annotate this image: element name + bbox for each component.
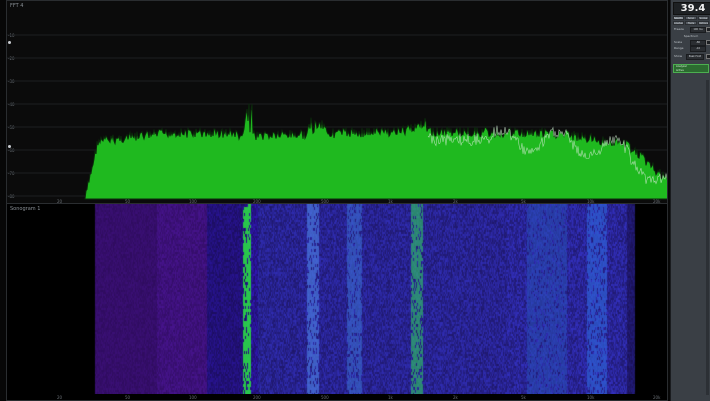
tab-tools[interactable]: Tools xyxy=(685,21,697,25)
analyzer-panel[interactable]: Analyzer Active xyxy=(673,64,709,73)
spectrum-fill xyxy=(84,103,667,200)
sonogram-plot xyxy=(7,204,667,394)
tab-row-1: Spectrum Sono Scope xyxy=(673,16,709,20)
tab-scope[interactable]: Scope xyxy=(697,16,709,20)
sidebar-scrollbar[interactable] xyxy=(706,80,709,395)
sonogram-pane[interactable]: Sonogram 1 20 50 100 200 500 1k 2k 5k 10k 20k xyxy=(6,203,668,401)
analyzer-panel-title: Analyzer xyxy=(676,65,687,68)
readout-value: 39.4 xyxy=(680,3,706,14)
analyzer-panel-sub: Active xyxy=(676,69,684,72)
x-tick-label: 500 xyxy=(321,395,329,400)
x-tick-label: 100 xyxy=(189,395,197,400)
tab-sono[interactable]: Sono xyxy=(685,16,697,20)
x-tick-label: 10k xyxy=(587,395,595,400)
main-display: FFT 4 -10-20-30-40-50-60-70-80 205010020… xyxy=(0,0,670,401)
readout-box: 39.4 xyxy=(673,2,710,15)
range-field[interactable]: -10 xyxy=(690,46,706,52)
spectrum-pane[interactable]: FFT 4 -10-20-30-40-50-60-70-80 205010020… xyxy=(6,0,668,206)
x-tick-label: 5k xyxy=(521,395,526,400)
analyzer-app: FFT 4 -10-20-30-40-50-60-70-80 205010020… xyxy=(0,0,710,401)
show-select[interactable]: Peak Hold xyxy=(686,54,704,60)
tab-analysis[interactable]: Analysis xyxy=(673,21,685,25)
x-tick-label: 2k xyxy=(453,395,458,400)
range-label: Range xyxy=(674,46,684,50)
sonogram-title: Sonogram 1 xyxy=(10,206,41,212)
section-title: Spectrum xyxy=(683,34,699,38)
spectrum-plot xyxy=(7,34,667,200)
tab-row-2: Analysis Tools Options xyxy=(673,21,709,25)
x-tick-label: 50 xyxy=(125,395,131,400)
x-tick-label: 20 xyxy=(57,395,63,400)
scale-check[interactable] xyxy=(706,40,710,45)
x-tick-label: 200 xyxy=(253,395,261,400)
freeze-label: Freeze xyxy=(674,27,684,31)
freeze-check[interactable] xyxy=(706,27,710,32)
x-tick-label: 1k xyxy=(388,395,393,400)
scale-label: Scale xyxy=(674,40,683,44)
spectrum-title: FFT 4 xyxy=(10,3,24,9)
x-tick-label: 20k xyxy=(653,395,661,400)
tab-options[interactable]: Options xyxy=(697,21,709,25)
show-label: Show xyxy=(674,54,683,58)
tab-spectrum[interactable]: Spectrum xyxy=(673,16,685,20)
freeze-field[interactable]: 100 ms xyxy=(690,27,706,33)
show-check[interactable] xyxy=(706,54,710,59)
control-sidebar: 39.4 Spectrum Sono Scope Analysis Tools … xyxy=(670,0,710,401)
